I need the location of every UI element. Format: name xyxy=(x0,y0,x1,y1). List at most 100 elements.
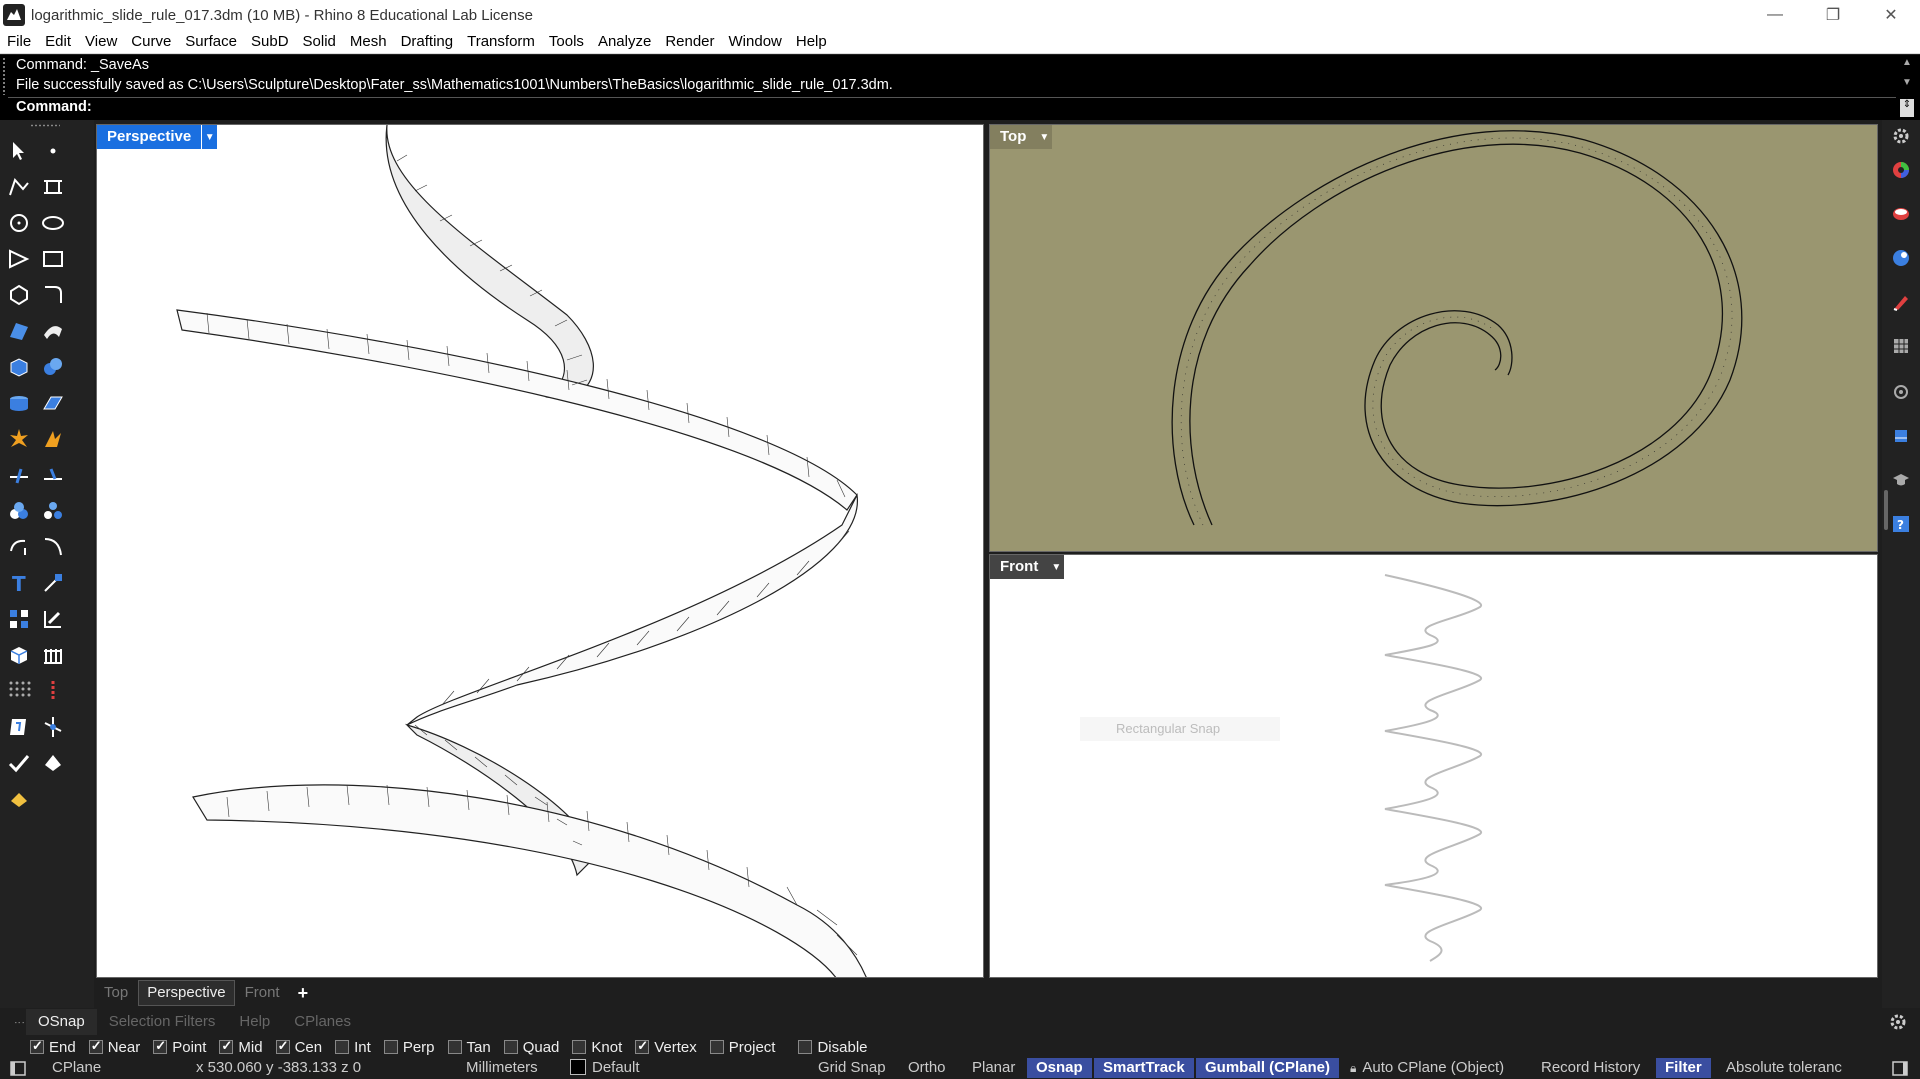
surface-tool-icon[interactable] xyxy=(4,316,34,346)
osnap-cen-checkbox[interactable] xyxy=(275,1038,290,1054)
osnap-cen[interactable]: Cen xyxy=(275,1038,322,1056)
smarttrack-toggle[interactable]: SmartTrack xyxy=(1094,1058,1194,1078)
perspective-viewport-label[interactable]: Perspective ▼ xyxy=(97,125,218,149)
osnap-vertex[interactable]: Vertex xyxy=(635,1038,697,1056)
top-viewport[interactable]: Top ▼ xyxy=(989,124,1878,552)
command-grip-handle[interactable] xyxy=(2,57,6,95)
array-tool-icon[interactable] xyxy=(4,604,34,634)
viewport-tab-top[interactable]: Top xyxy=(96,981,136,1005)
transform-gizmo-icon[interactable] xyxy=(38,712,68,742)
units-label[interactable]: Millimeters xyxy=(466,1058,538,1078)
osnap-disable[interactable]: Disable xyxy=(798,1039,868,1056)
osnap-disable-checkbox[interactable] xyxy=(798,1040,813,1054)
panel-tab-cplanes[interactable]: CPlanes xyxy=(282,1009,363,1035)
viewport-tab-front[interactable]: Front xyxy=(237,981,288,1005)
select-arrow-icon[interactable] xyxy=(4,136,34,166)
osnap-int[interactable]: Int xyxy=(335,1039,371,1056)
named-view-icon[interactable] xyxy=(1891,382,1911,402)
panel-tab-selection-filters[interactable]: Selection Filters xyxy=(97,1009,228,1035)
perspective-viewport-title[interactable]: Perspective xyxy=(97,125,201,149)
control-points-icon[interactable] xyxy=(38,676,68,706)
group-tool-icon[interactable] xyxy=(4,496,34,526)
osnap-perp[interactable]: Perp xyxy=(383,1039,435,1056)
toolbar-grip[interactable] xyxy=(30,124,60,127)
close-button[interactable]: ✕ xyxy=(1862,0,1920,30)
layers-icon[interactable] xyxy=(1891,426,1911,446)
color-wheel-icon[interactable] xyxy=(1891,160,1911,180)
panel-grip[interactable]: ⋮ xyxy=(4,1017,26,1028)
front-viewport-title[interactable]: Front xyxy=(990,555,1048,579)
command-prompt[interactable]: Command: xyxy=(16,99,92,115)
mesh-tool-icon[interactable] xyxy=(38,640,68,670)
menu-window[interactable]: Window xyxy=(722,30,789,54)
osnap-tan-checkbox[interactable] xyxy=(447,1040,462,1054)
viewport-tab-perspective[interactable]: Perspective xyxy=(138,980,235,1006)
chevron-down-icon[interactable]: ▼ xyxy=(1048,555,1064,579)
menu-edit[interactable]: Edit xyxy=(38,30,78,54)
point-tool-icon[interactable] xyxy=(38,136,68,166)
dot-tool-icon[interactable] xyxy=(38,748,68,778)
history-scroll-up-icon[interactable]: ▲ xyxy=(1900,57,1914,68)
osnap-end-checkbox[interactable] xyxy=(30,1038,44,1054)
settings-gear-icon[interactable] xyxy=(1891,126,1911,146)
osnap-vertex-checkbox[interactable] xyxy=(635,1038,650,1054)
right-panel-toggle-icon[interactable] xyxy=(1892,1061,1908,1076)
panel-scrollbar[interactable] xyxy=(1884,490,1888,530)
record-history-toggle[interactable]: Record History xyxy=(1541,1058,1640,1078)
chevron-down-icon[interactable]: ▼ xyxy=(201,125,218,149)
arc-tool-icon[interactable] xyxy=(4,244,34,274)
ellipse-tool-icon[interactable] xyxy=(38,208,68,238)
panel-toggle-icon[interactable] xyxy=(10,1061,26,1076)
box-solid-icon[interactable] xyxy=(4,352,34,382)
material-icon[interactable] xyxy=(1891,204,1911,224)
cplane-label[interactable]: CPlane xyxy=(52,1058,101,1078)
rhino-app-icon[interactable] xyxy=(3,4,25,26)
perspective-viewport[interactable]: Perspective ▼ xyxy=(96,124,984,978)
join-tool-icon[interactable] xyxy=(38,460,68,490)
filter-toggle[interactable]: Filter xyxy=(1656,1058,1711,1078)
osnap-point[interactable]: Point xyxy=(153,1038,206,1056)
curve-tool-icon[interactable] xyxy=(38,172,68,202)
menu-mesh[interactable]: Mesh xyxy=(343,30,394,54)
menu-view[interactable]: View xyxy=(78,30,124,54)
restore-button[interactable]: ❐ xyxy=(1804,0,1862,30)
menu-curve[interactable]: Curve xyxy=(124,30,178,54)
text-tool-icon[interactable]: T xyxy=(4,568,34,598)
menu-file[interactable]: File xyxy=(0,30,38,54)
menu-analyze[interactable]: Analyze xyxy=(591,30,658,54)
analyze-tool-icon[interactable] xyxy=(38,604,68,634)
planar-toggle[interactable]: Planar xyxy=(972,1058,1015,1078)
ungroup-tool-icon[interactable] xyxy=(38,496,68,526)
fillet-curve-icon[interactable] xyxy=(38,280,68,310)
osnap-int-checkbox[interactable] xyxy=(335,1040,350,1054)
osnap-end[interactable]: End xyxy=(30,1038,76,1056)
command-spinner-icon[interactable]: ⇕ xyxy=(1900,99,1914,117)
texture-icon[interactable] xyxy=(1891,336,1911,356)
minimize-button[interactable]: — xyxy=(1746,0,1804,30)
rotate-tool-icon[interactable] xyxy=(4,532,34,562)
front-viewport[interactable]: Rectangular Snap Front ▼ xyxy=(989,554,1878,978)
help-icon[interactable]: ? xyxy=(1891,514,1911,534)
osnap-project-checkbox[interactable] xyxy=(709,1040,724,1054)
gumball-toggle[interactable]: Gumball (CPlane) xyxy=(1196,1058,1340,1078)
panel-tab-help[interactable]: Help xyxy=(227,1009,282,1035)
blend-curve-icon[interactable] xyxy=(38,532,68,562)
osnap-mid-checkbox[interactable] xyxy=(219,1038,234,1054)
sweep-surface-icon[interactable] xyxy=(38,316,68,346)
render-brush-icon[interactable] xyxy=(1891,292,1911,312)
environment-icon[interactable] xyxy=(1891,248,1911,268)
cylinder-solid-icon[interactable] xyxy=(4,388,34,418)
chevron-down-icon[interactable]: ▼ xyxy=(1036,125,1052,149)
extrude-surface-icon[interactable] xyxy=(38,388,68,418)
render-tool-icon[interactable] xyxy=(4,712,34,742)
menu-surface[interactable]: Surface xyxy=(178,30,244,54)
osnap-point-checkbox[interactable] xyxy=(153,1038,168,1054)
osnap-near[interactable]: Near xyxy=(88,1038,140,1056)
grid-snap-toggle[interactable]: Grid Snap xyxy=(818,1058,886,1078)
learn-icon[interactable] xyxy=(1891,470,1911,490)
menu-tools[interactable]: Tools xyxy=(542,30,591,54)
menu-solid[interactable]: Solid xyxy=(296,30,343,54)
menu-help[interactable]: Help xyxy=(789,30,834,54)
panel-settings-gear-icon[interactable] xyxy=(1888,1012,1908,1032)
polyline-tool-icon[interactable] xyxy=(4,172,34,202)
